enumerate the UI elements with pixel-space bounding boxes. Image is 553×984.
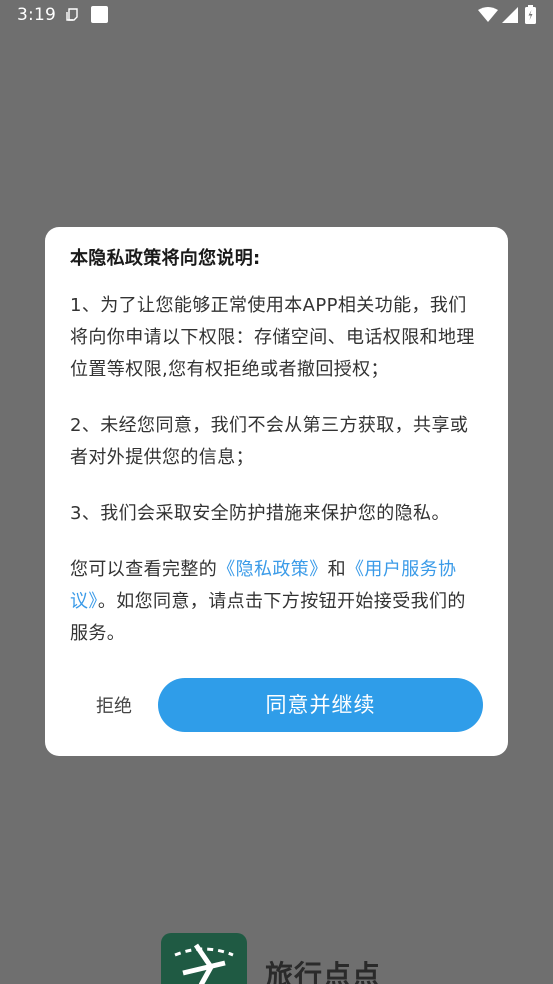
- app-logo-icon: [161, 933, 247, 984]
- status-time: 3:19: [17, 5, 56, 25]
- reject-button[interactable]: 拒绝: [81, 689, 147, 725]
- signal-icon: [502, 7, 518, 23]
- privacy-dialog: 本隐私政策将向您说明: 1、为了让您能够正常使用本APP相关功能，我们将向你申请…: [45, 227, 508, 756]
- policy-links-suffix: 。如您同意，请点击下方按钮开始接受我们的服务。: [70, 591, 466, 644]
- security-paragraph: 3、我们会采取安全防护措施来保护您的隐私。: [70, 503, 450, 524]
- policy-links-and: 和: [327, 559, 347, 580]
- wifi-icon: [478, 7, 498, 22]
- policy-links-prefix: 您可以查看完整的: [70, 559, 218, 580]
- dialog-title: 本隐私政策将向您说明:: [70, 248, 261, 269]
- privacy-policy-link[interactable]: 《隐私政策》: [217, 559, 327, 580]
- app-logo-graphic: [174, 943, 234, 984]
- background-app-name: 旅行点点: [265, 959, 382, 984]
- policy-links-paragraph: 您可以查看完整的《隐私政策》和《用户服务协议》。如您同意，请点击下方按钮开始接受…: [70, 554, 482, 650]
- agree-continue-button[interactable]: 同意并继续: [158, 678, 483, 732]
- permissions-paragraph: 1、为了让您能够正常使用本APP相关功能，我们将向你申请以下权限：存储空间、电话…: [70, 295, 475, 380]
- battery-icon: [525, 5, 536, 24]
- notification-icon: [66, 8, 78, 21]
- consent-paragraph: 2、未经您同意，我们不会从第三方获取，共享或者对外提供您的信息；: [70, 415, 469, 468]
- square-app-icon: [91, 6, 108, 23]
- status-bar: 3:19: [0, 0, 553, 32]
